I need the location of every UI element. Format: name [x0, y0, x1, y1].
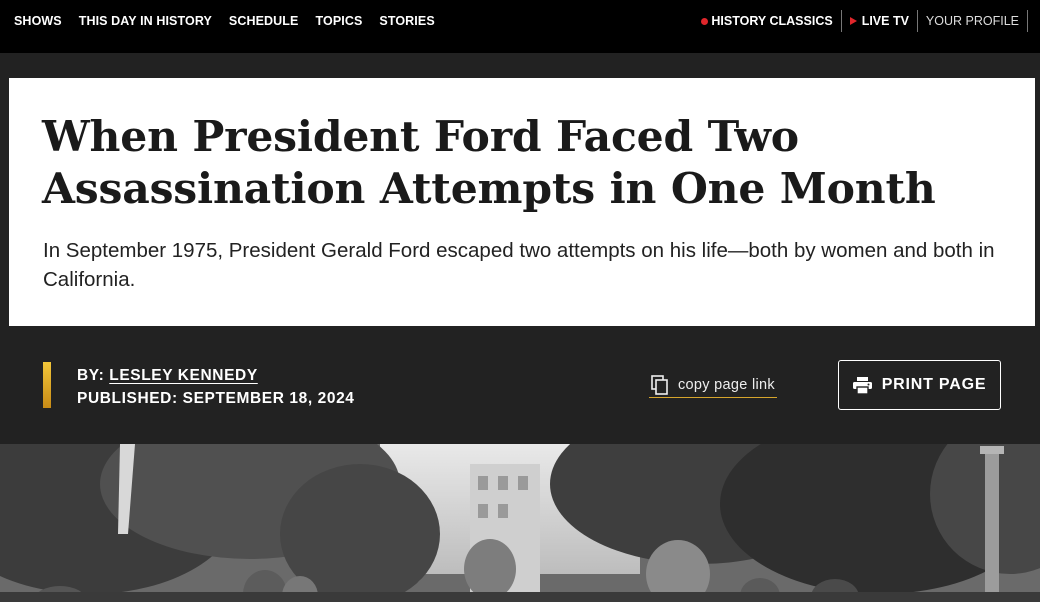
author-link[interactable]: LESLEY KENNEDY	[109, 367, 258, 384]
nav-live-tv[interactable]: LIVE TV	[849, 14, 909, 28]
nav-divider	[916, 10, 918, 32]
nav-divider	[840, 10, 842, 32]
accent-bar	[43, 362, 51, 408]
nav-stories[interactable]: STORIES	[379, 14, 434, 28]
published-date: PUBLISHED: SEPTEMBER 18, 2024	[77, 390, 355, 407]
nav-your-profile[interactable]: YOUR PROFILE	[926, 14, 1019, 28]
copy-page-link-button[interactable]: copy page link	[649, 372, 777, 398]
print-page-button[interactable]: PRINT PAGE	[838, 360, 1001, 410]
primary-nav: SHOWS THIS DAY IN HISTORY SCHEDULE TOPIC…	[14, 0, 452, 42]
nav-topics[interactable]: TOPICS	[315, 14, 362, 28]
author-line: BY: LESLEY KENNEDY	[77, 364, 355, 387]
article-headline: When President Ford Faced Two Assassinat…	[42, 112, 936, 214]
red-dot-icon	[701, 17, 709, 25]
top-nav: SHOWS THIS DAY IN HISTORY SCHEDULE TOPIC…	[0, 0, 1040, 53]
nav-this-day-in-history[interactable]: THIS DAY IN HISTORY	[79, 14, 212, 28]
by-label: BY:	[77, 367, 110, 384]
nav-divider	[1027, 10, 1028, 32]
article-header: When President Ford Faced Two Assassinat…	[9, 78, 1035, 326]
photo-illustration	[0, 444, 1040, 602]
hero-photo	[0, 444, 1040, 602]
byline-band: BY: LESLEY KENNEDY PUBLISHED: SEPTEMBER …	[9, 326, 1035, 444]
nav-your-profile-label: YOUR PROFILE	[925, 14, 1019, 28]
nav-history-classics[interactable]: HISTORY CLASSICS	[701, 14, 833, 28]
secondary-nav: HISTORY CLASSICS LIVE TV YOUR PROFILE	[701, 0, 1028, 42]
printer-icon	[852, 376, 872, 394]
nav-history-classics-label: HISTORY CLASSICS	[711, 14, 833, 28]
copy-page-link-label: copy page link	[678, 376, 775, 393]
copy-icon	[651, 374, 668, 395]
byline: BY: LESLEY KENNEDY PUBLISHED: SEPTEMBER …	[77, 364, 355, 410]
play-icon	[849, 17, 857, 25]
print-page-label: PRINT PAGE	[881, 376, 987, 393]
article-dek: In September 1975, President Gerald Ford…	[43, 239, 995, 291]
nav-shows[interactable]: SHOWS	[14, 14, 62, 28]
nav-schedule[interactable]: SCHEDULE	[229, 14, 299, 28]
nav-live-tv-label: LIVE TV	[861, 14, 909, 28]
